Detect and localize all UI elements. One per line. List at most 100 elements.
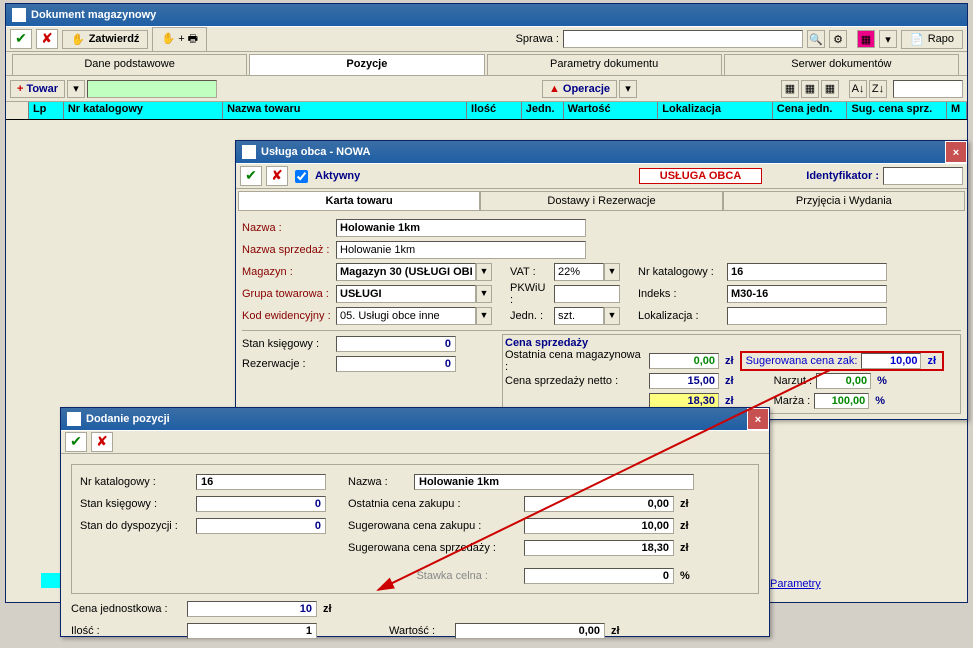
col-jedn[interactable]: Jedn. bbox=[522, 102, 564, 119]
col-ilosc[interactable]: Ilość bbox=[467, 102, 522, 119]
grid-row-selector bbox=[41, 573, 61, 588]
grupa-select[interactable] bbox=[336, 285, 476, 303]
ostatnia-label: Ostatnia cena magazynowa : bbox=[505, 349, 645, 373]
dodanie-close-button[interactable]: × bbox=[747, 408, 769, 430]
zatwierdz-button[interactable]: ✋Zatwierdź bbox=[62, 30, 148, 49]
tab-karta[interactable]: Karta towaru bbox=[238, 191, 480, 211]
d-ilosc-label: Ilość : bbox=[71, 625, 181, 637]
ident-label: Identyfikator : bbox=[806, 170, 879, 182]
nazwasp-input[interactable] bbox=[336, 241, 586, 259]
cancel-button[interactable]: ✘ bbox=[36, 29, 58, 49]
search-icon[interactable]: 🔍 bbox=[807, 30, 825, 48]
print-button[interactable]: ✋ + 🖶 bbox=[152, 27, 207, 52]
grid-header: Lp Nr katalogowy Nazwa towaru Ilość Jedn… bbox=[6, 102, 967, 120]
tool-icon-2[interactable]: ▦ bbox=[801, 80, 819, 98]
tab-parametry[interactable]: Parametry dokumentu bbox=[487, 54, 722, 75]
sort-desc-icon[interactable]: Z↓ bbox=[869, 80, 887, 98]
usluga-tabs: Karta towaru Dostawy i Rezerwacje Przyję… bbox=[238, 191, 965, 211]
tab-dane[interactable]: Dane podstawowe bbox=[12, 54, 247, 75]
towar-dd[interactable]: ▾ bbox=[67, 80, 85, 98]
price-title: Cena sprzedaży bbox=[505, 337, 958, 349]
kodew-label: Kod ewidencyjny : bbox=[242, 310, 332, 322]
operacje-dd[interactable]: ▾ bbox=[619, 80, 637, 98]
pkwiu-input[interactable] bbox=[554, 285, 620, 303]
tool-icon-3[interactable]: ▦ bbox=[821, 80, 839, 98]
tab-przyjecia[interactable]: Przyjęcia i Wydania bbox=[723, 191, 965, 211]
usluga-toolbar: ✔ ✘ Aktywny USŁUGA OBCA Identyfikator : bbox=[236, 163, 967, 189]
magazyn-dd[interactable]: ▼ bbox=[476, 263, 492, 281]
kodew-dd[interactable]: ▼ bbox=[476, 307, 492, 325]
dodanie-titlebar: Dodanie pozycji bbox=[61, 408, 769, 430]
parametry-link[interactable]: Parametry bbox=[768, 577, 823, 591]
cena-sprzedazy-box: Cena sprzedaży Ostatnia cena magazynowa … bbox=[502, 334, 961, 414]
sug-value[interactable]: 10,00 bbox=[861, 353, 921, 369]
col-sugcena[interactable]: Sug. cena sprz. bbox=[847, 102, 947, 119]
search-grid-input[interactable] bbox=[893, 80, 963, 98]
dodanie-title: Dodanie pozycji bbox=[86, 413, 170, 425]
col-wartosc[interactable]: Wartość bbox=[564, 102, 659, 119]
d-stando-label: Stan do dyspozycji : bbox=[80, 520, 190, 532]
tab-serwer[interactable]: Serwer dokumentów bbox=[724, 54, 959, 75]
col-cenajedn[interactable]: Cena jedn. bbox=[773, 102, 848, 119]
jedn-label: Jedn. : bbox=[510, 310, 550, 322]
netto-value[interactable]: 15,00 bbox=[649, 373, 719, 389]
sort-asc-icon[interactable]: A↓ bbox=[849, 80, 867, 98]
narzut-value[interactable]: 0,00 bbox=[816, 373, 871, 389]
grid-icon[interactable]: ▦ bbox=[857, 30, 875, 48]
jedn-dd[interactable]: ▼ bbox=[604, 307, 620, 325]
vat-select[interactable] bbox=[554, 263, 604, 281]
dodanie-ok-button[interactable]: ✔ bbox=[65, 432, 87, 452]
sugerowana-cena-box: Sugerowana cena zak: 10,00 zł bbox=[740, 351, 944, 371]
usluga-window: Usługa obca - NOWA × ✔ ✘ Aktywny USŁUGA … bbox=[235, 140, 968, 420]
towar-button[interactable]: +Towar bbox=[10, 80, 65, 98]
ostatnia-value: 0,00 bbox=[649, 353, 719, 369]
jedn-select[interactable] bbox=[554, 307, 604, 325]
nrkat-input[interactable] bbox=[727, 263, 887, 281]
nazwa-input[interactable] bbox=[336, 219, 586, 237]
tab-dostawy[interactable]: Dostawy i Rezerwacje bbox=[480, 191, 722, 211]
d-sugzak-label: Sugerowana cena zakupu : bbox=[348, 520, 518, 532]
col-lokal[interactable]: Lokalizacja bbox=[658, 102, 773, 119]
raport-button[interactable]: 📄 Rapo bbox=[901, 30, 963, 49]
lokal-input[interactable] bbox=[727, 307, 887, 325]
col-nrkat[interactable]: Nr katalogowy bbox=[64, 102, 223, 119]
aktywny-checkbox[interactable] bbox=[295, 170, 308, 183]
vat-dd[interactable]: ▼ bbox=[604, 263, 620, 281]
col-nazwa[interactable]: Nazwa towaru bbox=[223, 102, 467, 119]
dodanie-cancel-button[interactable]: ✘ bbox=[91, 432, 113, 452]
towar-filter-input[interactable] bbox=[87, 80, 217, 98]
indeks-input[interactable] bbox=[727, 285, 887, 303]
gear-icon[interactable]: ⚙ bbox=[829, 30, 847, 48]
d-ilosc-input[interactable] bbox=[187, 623, 317, 639]
ok-button[interactable]: ✔ bbox=[10, 29, 32, 49]
usluga-icon bbox=[242, 145, 256, 159]
d-wartosc-value: 0,00 bbox=[455, 623, 605, 639]
col-lp[interactable]: Lp bbox=[29, 102, 64, 119]
zl-unit: zł bbox=[725, 355, 734, 367]
dd-icon[interactable]: ▾ bbox=[879, 30, 897, 48]
main-tabs: Dane podstawowe Pozycje Parametry dokume… bbox=[6, 52, 967, 76]
main-title: Dokument magazynowy bbox=[31, 9, 156, 21]
usluga-ok-button[interactable]: ✔ bbox=[240, 166, 262, 186]
marza-value[interactable]: 100,00 bbox=[814, 393, 869, 409]
d-ostatnia-label: Ostatnia cena zakupu : bbox=[348, 498, 518, 510]
ident-input[interactable] bbox=[883, 167, 963, 185]
usluga-cancel-button[interactable]: ✘ bbox=[266, 166, 288, 186]
tab-pozycje[interactable]: Pozycje bbox=[249, 54, 484, 75]
d-nrkat-label: Nr katalogowy : bbox=[80, 476, 190, 488]
aktywny-label: Aktywny bbox=[315, 170, 360, 182]
d-stawka-value: 0 bbox=[524, 568, 674, 584]
sprawa-label: Sprawa : bbox=[516, 33, 559, 45]
usluga-close-button[interactable]: × bbox=[945, 141, 967, 163]
sprawa-input[interactable] bbox=[563, 30, 803, 48]
d-cenajed-input[interactable] bbox=[187, 601, 317, 617]
tool-icon-1[interactable]: ▦ bbox=[781, 80, 799, 98]
d-sugspr-label: Sugerowana cena sprzedaży : bbox=[348, 542, 518, 554]
col-m[interactable]: M bbox=[947, 102, 967, 119]
d-ostatnia-value: 0,00 bbox=[524, 496, 674, 512]
kodew-select[interactable] bbox=[336, 307, 476, 325]
grupa-dd[interactable]: ▼ bbox=[476, 285, 492, 303]
magazyn-select[interactable] bbox=[336, 263, 476, 281]
app-icon bbox=[12, 8, 26, 22]
operacje-button[interactable]: ▲Operacje bbox=[542, 80, 617, 98]
